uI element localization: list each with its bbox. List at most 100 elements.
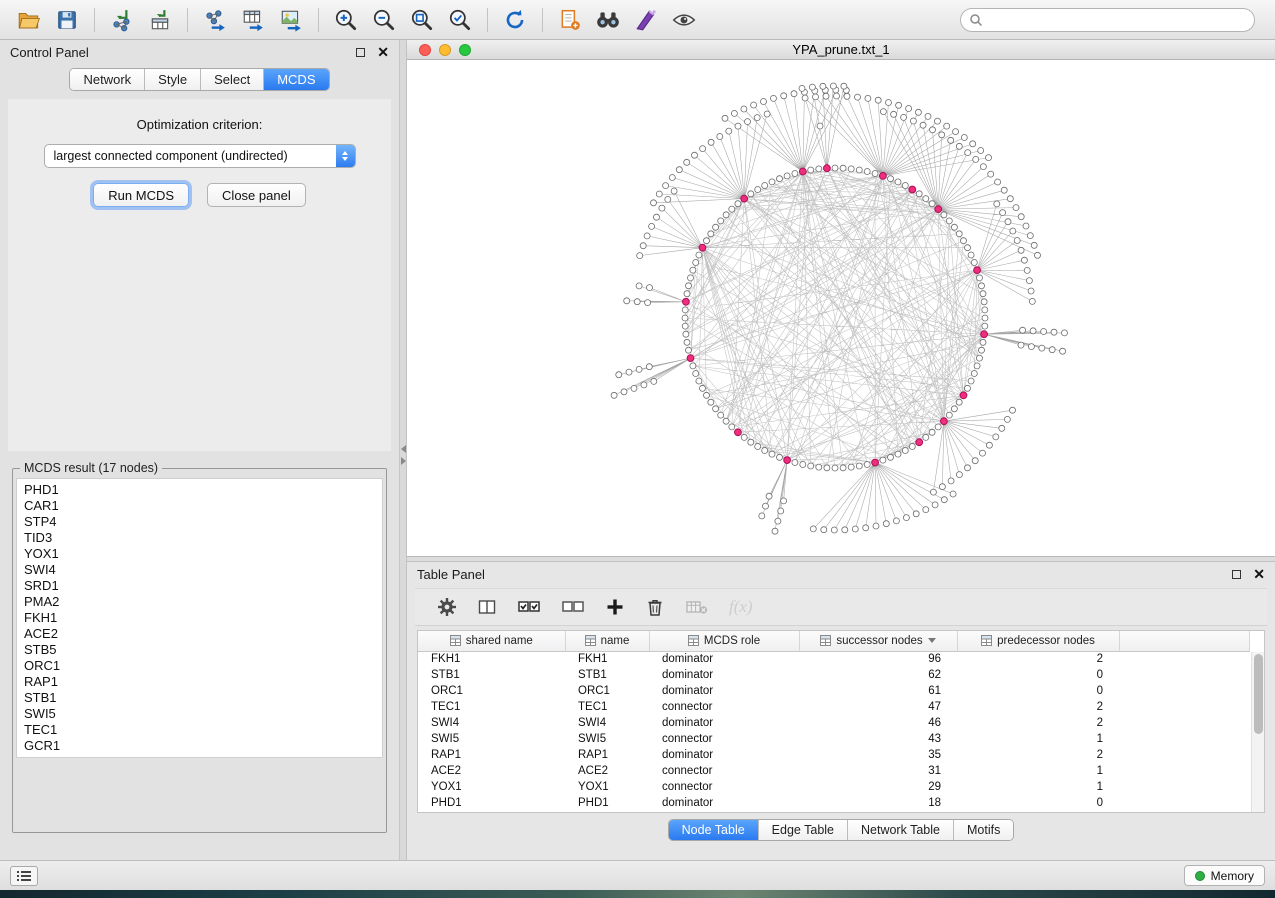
cell-name[interactable]: RAP1: [565, 747, 649, 763]
mcds-result-item[interactable]: STP4: [17, 514, 382, 530]
tab-motifs[interactable]: Motifs: [954, 820, 1013, 840]
cell-role[interactable]: dominator: [649, 667, 799, 683]
panel-splitter[interactable]: [400, 40, 407, 860]
cell-name[interactable]: ORC1: [565, 683, 649, 699]
tab-network-table[interactable]: Network Table: [848, 820, 954, 840]
import-table-button[interactable]: [141, 4, 179, 36]
table-scrollbar-thumb[interactable]: [1254, 654, 1263, 734]
network-view[interactable]: [407, 60, 1274, 556]
cell-name[interactable]: YOX1: [565, 779, 649, 795]
mcds-result-item[interactable]: CAR1: [17, 498, 382, 514]
cell-predecessors[interactable]: 2: [957, 715, 1119, 731]
column-header-predecessor-nodes[interactable]: predecessor nodes: [957, 631, 1119, 651]
mcds-result-item[interactable]: STB5: [17, 642, 382, 658]
column-header-name[interactable]: name: [565, 631, 649, 651]
criterion-dropdown[interactable]: largest connected component (undirected): [44, 144, 356, 168]
table-settings-button[interactable]: [437, 597, 457, 617]
search-input[interactable]: [983, 13, 1246, 27]
cell-successors[interactable]: 29: [799, 779, 957, 795]
tab-mcds[interactable]: MCDS: [264, 69, 328, 90]
cell-role[interactable]: connector: [649, 779, 799, 795]
column-header-shared-name[interactable]: shared name: [418, 631, 565, 651]
cell-name[interactable]: FKH1: [565, 651, 649, 667]
open-folder-button[interactable]: [10, 4, 48, 36]
cell-successors[interactable]: 46: [799, 715, 957, 731]
refresh-button[interactable]: [496, 4, 534, 36]
mcds-result-item[interactable]: RAP1: [17, 674, 382, 690]
cell-shared_name[interactable]: SWI4: [418, 715, 565, 731]
cell-predecessors[interactable]: 0: [957, 667, 1119, 683]
add-row-button[interactable]: [605, 597, 625, 617]
column-layout-button[interactable]: [477, 597, 497, 617]
table-row[interactable]: SWI4SWI4dominator462: [418, 715, 1250, 731]
float-table-panel-icon[interactable]: [1232, 570, 1241, 579]
cell-role[interactable]: connector: [649, 763, 799, 779]
table-row[interactable]: SWI5SWI5connector431: [418, 731, 1250, 747]
cell-name[interactable]: ACE2: [565, 763, 649, 779]
cell-role[interactable]: connector: [649, 699, 799, 715]
cell-role[interactable]: connector: [649, 731, 799, 747]
collapse-right-icon[interactable]: [401, 457, 406, 465]
cell-successors[interactable]: 47: [799, 699, 957, 715]
maximize-window-icon[interactable]: [459, 44, 471, 56]
tab-select[interactable]: Select: [201, 69, 264, 90]
cell-shared_name[interactable]: RAP1: [418, 747, 565, 763]
mcds-result-item[interactable]: PHD1: [17, 482, 382, 498]
mcds-result-list[interactable]: PHD1CAR1STP4TID3YOX1SWI4SRD1PMA2FKH1ACE2…: [16, 478, 383, 758]
first-neighbors-button[interactable]: [589, 4, 627, 36]
export-table-button[interactable]: [234, 4, 272, 36]
cell-predecessors[interactable]: 1: [957, 731, 1119, 747]
cell-predecessors[interactable]: 0: [957, 683, 1119, 699]
zoom-selected-button[interactable]: [441, 4, 479, 36]
mcds-result-item[interactable]: SRD1: [17, 578, 382, 594]
mcds-result-item[interactable]: ORC1: [17, 658, 382, 674]
table-row[interactable]: RAP1RAP1dominator352: [418, 747, 1250, 763]
cell-name[interactable]: STB1: [565, 667, 649, 683]
zoom-in-button[interactable]: [327, 4, 365, 36]
clone-network-button[interactable]: [551, 4, 589, 36]
column-header-successor-nodes[interactable]: successor nodes: [799, 631, 957, 651]
show-hide-button[interactable]: [665, 4, 703, 36]
mcds-result-item[interactable]: PMA2: [17, 594, 382, 610]
cell-shared_name[interactable]: ACE2: [418, 763, 565, 779]
column-header-MCDS-role[interactable]: MCDS role: [649, 631, 799, 651]
unselect-all-rows-button[interactable]: [561, 597, 585, 617]
cell-name[interactable]: SWI5: [565, 731, 649, 747]
cell-shared_name[interactable]: YOX1: [418, 779, 565, 795]
mcds-result-item[interactable]: YOX1: [17, 546, 382, 562]
cell-shared_name[interactable]: STB1: [418, 667, 565, 683]
cell-successors[interactable]: 62: [799, 667, 957, 683]
tab-style[interactable]: Style: [145, 69, 201, 90]
cell-role[interactable]: dominator: [649, 651, 799, 667]
save-button[interactable]: [48, 4, 86, 36]
export-network-button[interactable]: [196, 4, 234, 36]
task-history-button[interactable]: [10, 866, 38, 886]
table-row[interactable]: ACE2ACE2connector311: [418, 763, 1250, 779]
search-box[interactable]: [960, 8, 1255, 32]
cell-shared_name[interactable]: SWI5: [418, 731, 565, 747]
table-row[interactable]: PHD1PHD1dominator180: [418, 795, 1250, 811]
cell-role[interactable]: dominator: [649, 795, 799, 811]
mcds-result-item[interactable]: SWI5: [17, 706, 382, 722]
table-row[interactable]: FKH1FKH1dominator962: [418, 651, 1250, 667]
cell-successors[interactable]: 61: [799, 683, 957, 699]
mcds-result-item[interactable]: TEC1: [17, 722, 382, 738]
cell-shared_name[interactable]: TEC1: [418, 699, 565, 715]
zoom-out-button[interactable]: [365, 4, 403, 36]
cell-shared_name[interactable]: ORC1: [418, 683, 565, 699]
cell-predecessors[interactable]: 2: [957, 651, 1119, 667]
cell-predecessors[interactable]: 1: [957, 779, 1119, 795]
close-table-panel-icon[interactable]: ✕: [1253, 567, 1265, 581]
cell-predecessors[interactable]: 2: [957, 699, 1119, 715]
import-network-button[interactable]: [103, 4, 141, 36]
mcds-result-item[interactable]: STB1: [17, 690, 382, 706]
memory-button[interactable]: Memory: [1184, 865, 1265, 886]
table-scrollbar[interactable]: [1251, 652, 1264, 812]
cell-role[interactable]: dominator: [649, 683, 799, 699]
mcds-result-item[interactable]: TID3: [17, 530, 382, 546]
float-panel-icon[interactable]: [356, 48, 365, 57]
tab-node-table[interactable]: Node Table: [669, 820, 759, 840]
table-row[interactable]: STB1STB1dominator620: [418, 667, 1250, 683]
cell-name[interactable]: TEC1: [565, 699, 649, 715]
network-window-titlebar[interactable]: YPA_prune.txt_1: [407, 40, 1275, 60]
